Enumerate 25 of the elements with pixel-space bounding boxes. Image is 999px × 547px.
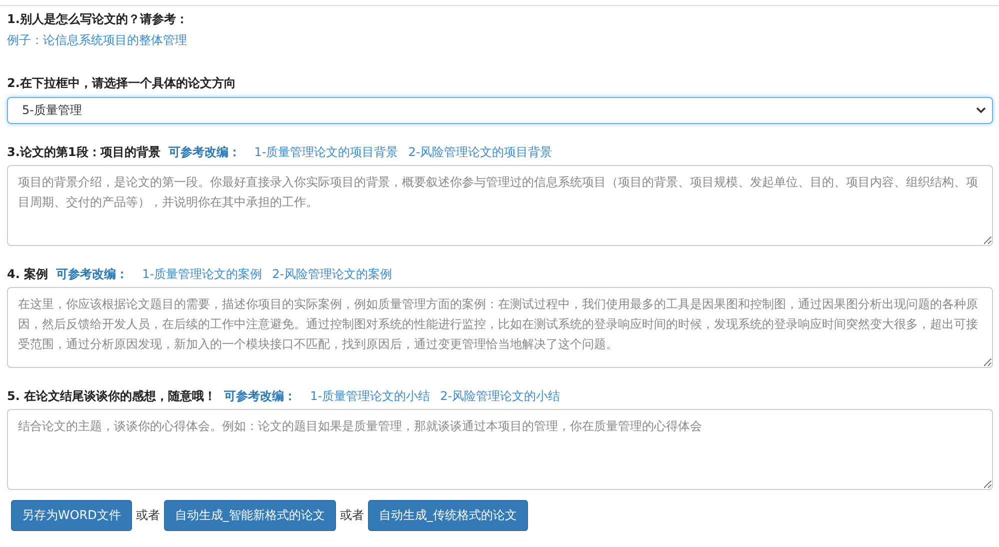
section-heading: 3.论文的第1段：项目的背景 [7, 144, 160, 161]
hint-label: 可参考改编： [168, 144, 240, 161]
text-area[interactable]: 在这里，你应该根据论文题目的需要，描述你项目的实际案例，例如质量管理方面的案例：在测试过程中，我们使用最多的工具是因果图和控制图，通过因果图分析出现问题的各种原因，然后反馈给开发人员，在后续的工作中注意避免。通过控制图对系统的性能进行监控，比如在测试系统的登录响应时间的时候，发现系统的登录响应时间突然变大很多，超出可接受范围，通过分析原因发现，新加入的一个模块接口不匹配，找到原因后，通过变更管理恰当地解决了这个问题。 [7, 287, 993, 368]
example-link[interactable]: 例子：论信息系统项目的整体管理 [7, 33, 187, 47]
action-button[interactable]: 自动生成_传统格式的论文 [368, 500, 528, 531]
or-label: 或者 [136, 507, 160, 524]
reference-link[interactable]: 1-质量管理论文的项目背景 [254, 143, 398, 161]
reference-link[interactable]: 2-风险管理论文的小结 [440, 387, 560, 405]
action-button[interactable]: 自动生成_智能新格式的论文 [164, 500, 336, 531]
section-heading: 5. 在论文结尾谈谈你的感想，随意哦！ [7, 388, 216, 405]
section-heading: 1.别人是怎么写论文的？请参考： [7, 11, 189, 28]
section-heading: 4. 案例 [7, 266, 48, 283]
reference-link[interactable]: 2-风险管理论文的项目背景 [408, 143, 552, 161]
text-area[interactable]: 项目的背景介绍，是论文的第一段。你最好直接录入你实际项目的背景，概要叙述你参与管理过的信息系统项目（项目的背景、项目规模、发起单位、目的、项目内容、组织结构、项目周期、交付的产品等），并说明你在其中承担的工作。 [7, 165, 993, 246]
reference-link[interactable]: 1-质量管理论文的案例 [142, 265, 262, 283]
direction-select[interactable]: 5-质量管理 [7, 97, 993, 124]
hint-label: 可参考改编： [224, 388, 296, 405]
or-label: 或者 [340, 507, 364, 524]
hint-label: 可参考改编： [56, 266, 128, 283]
reference-link[interactable]: 1-质量管理论文的小结 [310, 387, 430, 405]
section-heading: 2.在下拉框中，请选择一个具体的论文方向 [7, 75, 237, 92]
text-area[interactable]: 结合论文的主题，谈谈你的心得体会。例如：论文的题目如果是质量管理，那就谈谈通过本项目的管理，你在质量管理的心得体会 [7, 409, 993, 490]
action-button[interactable]: 另存为WORD文件 [11, 500, 132, 531]
reference-link[interactable]: 2-风险管理论文的案例 [272, 265, 392, 283]
chevron-down-icon [976, 107, 986, 114]
